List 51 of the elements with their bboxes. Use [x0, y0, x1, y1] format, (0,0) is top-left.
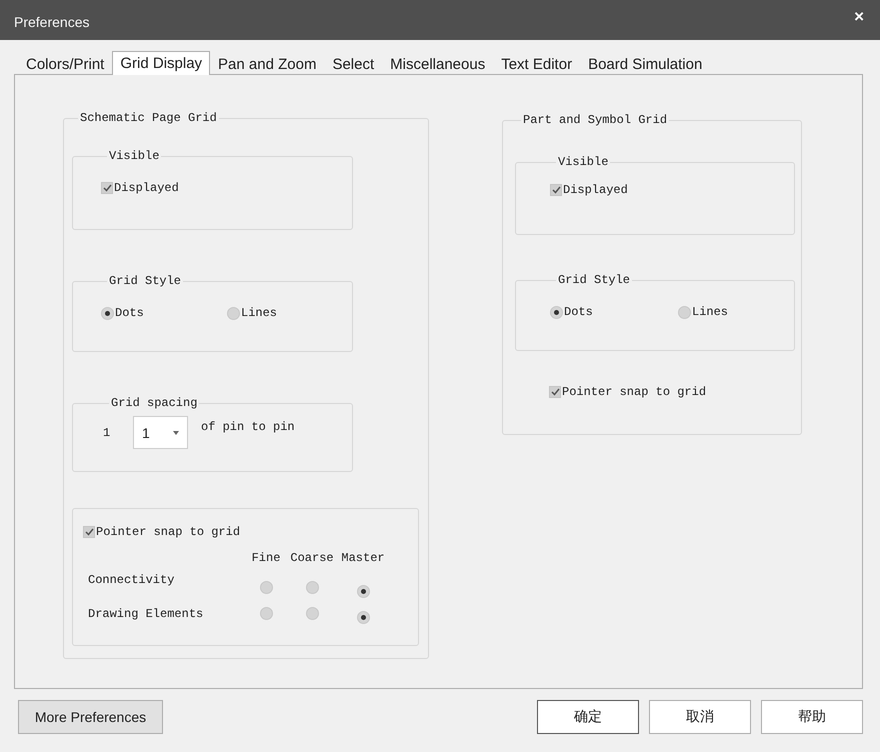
radio-button[interactable] — [227, 306, 240, 320]
tab[interactable]: Text Editor — [493, 53, 580, 75]
spacing-numerator: 1 — [103, 426, 112, 440]
radio-button[interactable] — [260, 581, 272, 594]
row-label: Drawing Elements — [88, 607, 204, 623]
tab[interactable]: Select — [324, 53, 382, 75]
group-title: Grid Style — [108, 274, 182, 288]
radio-button[interactable] — [260, 607, 272, 620]
checkbox-label: Pointer snap to grid — [562, 385, 706, 399]
dialog-button[interactable]: 确定 — [537, 700, 640, 734]
checkbox[interactable] — [550, 184, 562, 196]
row-label: Connectivity — [88, 573, 176, 589]
checkbox-label: Displayed — [563, 183, 628, 197]
group-title: Visible — [108, 149, 160, 163]
group-title: Schematic Page Grid — [79, 111, 218, 125]
tab[interactable]: Colors/Print — [18, 53, 112, 75]
checkbox-label: Displayed — [114, 181, 179, 195]
radio-label: Dots — [564, 305, 593, 319]
dialog-button[interactable]: 帮助 — [761, 700, 864, 734]
radio-label: Lines — [692, 305, 728, 319]
tab[interactable]: Pan and Zoom — [210, 53, 324, 75]
radio-button[interactable] — [306, 581, 318, 594]
radio-button[interactable] — [678, 306, 691, 318]
group-title: Part and Symbol Grid — [522, 113, 668, 127]
column-header: Master — [341, 551, 385, 565]
group-title: Visible — [557, 155, 610, 169]
radio-label: Lines — [241, 306, 278, 320]
spacing-unit: of pin to pin — [201, 420, 295, 434]
caret-icon — [173, 430, 179, 434]
radio-button[interactable] — [356, 611, 370, 624]
close-button[interactable]: × — [852, 8, 866, 24]
checkbox[interactable] — [101, 182, 113, 194]
radio-button[interactable] — [101, 306, 114, 320]
column-header: Coarse — [290, 551, 334, 565]
tab[interactable]: Grid Display — [112, 51, 210, 75]
window-title: Preferences — [14, 14, 90, 30]
tab[interactable]: Miscellaneous — [382, 53, 494, 75]
radio-button[interactable] — [306, 607, 318, 620]
group-title: Grid spacing — [110, 396, 198, 410]
column-header: Fine — [252, 551, 280, 565]
tab[interactable]: Board Simulation — [580, 53, 710, 75]
group-title: Grid Style — [557, 273, 632, 287]
spacing-dropdown[interactable]: 1 — [133, 416, 188, 449]
checkbox[interactable] — [83, 526, 95, 538]
checkbox[interactable] — [549, 386, 561, 398]
radio-button[interactable] — [356, 585, 370, 598]
more-preferences-button[interactable]: More Preferences — [18, 700, 164, 734]
radio-button[interactable] — [550, 306, 563, 318]
checkbox-label: Pointer snap to grid — [96, 525, 240, 539]
radio-label: Dots — [115, 306, 144, 320]
dialog-button[interactable]: 取消 — [649, 700, 752, 734]
